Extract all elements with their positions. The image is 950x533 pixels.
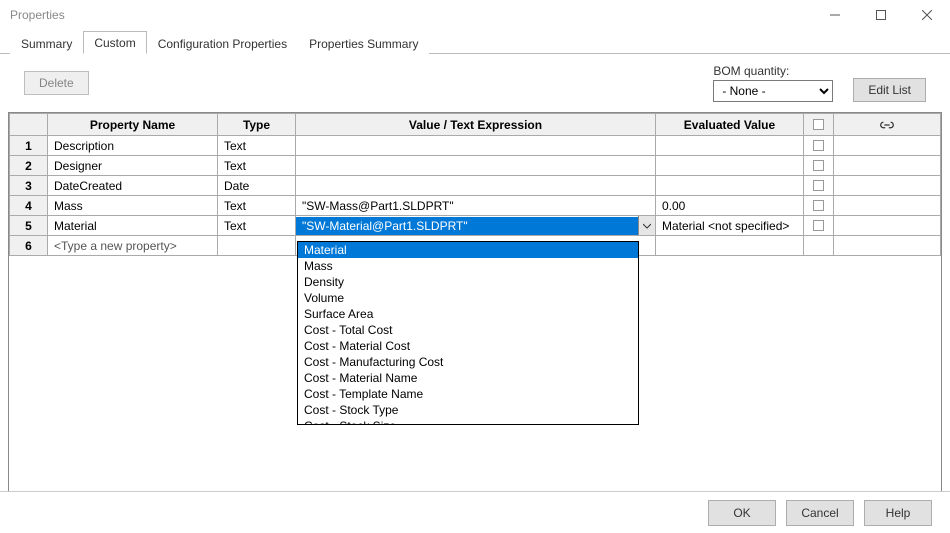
col-header-check[interactable] <box>804 114 834 136</box>
row-checkbox[interactable] <box>813 180 824 191</box>
window-title: Properties <box>10 8 812 22</box>
dropdown-item[interactable]: Cost - Template Name <box>298 386 638 402</box>
link-cell <box>834 216 941 236</box>
table-row[interactable]: 5MaterialText"SW-Material@Part1.SLDPRT"M… <box>10 216 941 236</box>
dialog-footer: OK Cancel Help <box>0 491 950 533</box>
dropdown-item[interactable]: Cost - Manufacturing Cost <box>298 354 638 370</box>
evaluated-cell <box>656 236 804 256</box>
dropdown-item[interactable]: Cost - Stock Type <box>298 402 638 418</box>
col-header-name[interactable]: Property Name <box>48 114 218 136</box>
property-name-cell[interactable]: Designer <box>48 156 218 176</box>
help-button[interactable]: Help <box>864 500 932 526</box>
table-row[interactable]: 4MassText"SW-Mass@Part1.SLDPRT"0.00 <box>10 196 941 216</box>
row-number[interactable]: 3 <box>10 176 48 196</box>
type-cell[interactable]: Date <box>218 176 296 196</box>
checkbox-cell[interactable] <box>804 156 834 176</box>
link-cell <box>834 136 941 156</box>
checkbox-cell[interactable] <box>804 196 834 216</box>
dropdown-item[interactable]: Density <box>298 274 638 290</box>
row-number[interactable]: 1 <box>10 136 48 156</box>
value-dropdown-list[interactable]: MaterialMassDensityVolumeSurface AreaCos… <box>297 241 639 425</box>
checkbox-cell[interactable] <box>804 176 834 196</box>
dropdown-toggle[interactable] <box>638 216 655 235</box>
cancel-button[interactable]: Cancel <box>786 500 854 526</box>
property-name-cell[interactable]: <Type a new property> <box>48 236 218 256</box>
properties-grid: Property Name Type Value / Text Expressi… <box>8 112 942 492</box>
edit-list-button[interactable]: Edit List <box>853 78 926 102</box>
value-cell[interactable] <box>296 136 656 156</box>
row-number[interactable]: 5 <box>10 216 48 236</box>
row-checkbox[interactable] <box>813 160 824 171</box>
tab-properties-summary[interactable]: Properties Summary <box>298 32 429 54</box>
bom-quantity-select[interactable]: - None - <box>713 80 833 102</box>
delete-button[interactable]: Delete <box>24 71 89 95</box>
type-cell[interactable]: Text <box>218 196 296 216</box>
property-name-cell[interactable]: Description <box>48 136 218 156</box>
link-icon <box>838 120 936 130</box>
col-header-rownum[interactable] <box>10 114 48 136</box>
link-cell <box>834 176 941 196</box>
evaluated-cell <box>656 156 804 176</box>
tab-summary[interactable]: Summary <box>10 32 83 54</box>
toolbar: Delete BOM quantity: - None - Edit List <box>0 54 950 108</box>
close-button[interactable] <box>904 0 950 30</box>
evaluated-cell: Material <not specified> <box>656 216 804 236</box>
col-header-evaluated[interactable]: Evaluated Value <box>656 114 804 136</box>
evaluated-cell <box>656 136 804 156</box>
col-header-link[interactable] <box>834 114 941 136</box>
link-cell <box>834 196 941 216</box>
type-cell[interactable] <box>218 236 296 256</box>
evaluated-cell: 0.00 <box>656 196 804 216</box>
checkbox-cell[interactable] <box>804 216 834 236</box>
dropdown-item[interactable]: Cost - Material Cost <box>298 338 638 354</box>
tab-strip: Summary Custom Configuration Properties … <box>0 30 950 54</box>
row-number[interactable]: 6 <box>10 236 48 256</box>
row-checkbox[interactable] <box>813 220 824 231</box>
dropdown-item[interactable]: Cost - Material Name <box>298 370 638 386</box>
checkbox-cell[interactable] <box>804 136 834 156</box>
property-name-cell[interactable]: Material <box>48 216 218 236</box>
tab-custom[interactable]: Custom <box>83 31 146 54</box>
bom-quantity-label: BOM quantity: <box>713 64 833 78</box>
tab-configuration-properties[interactable]: Configuration Properties <box>147 32 298 54</box>
col-header-type[interactable]: Type <box>218 114 296 136</box>
row-number[interactable]: 2 <box>10 156 48 176</box>
table-row[interactable]: 1DescriptionText <box>10 136 941 156</box>
table-row[interactable]: 2DesignerText <box>10 156 941 176</box>
checkbox-cell[interactable] <box>804 236 834 256</box>
row-checkbox[interactable] <box>813 140 824 151</box>
dropdown-item[interactable]: Surface Area <box>298 306 638 322</box>
value-cell[interactable] <box>296 156 656 176</box>
col-header-value[interactable]: Value / Text Expression <box>296 114 656 136</box>
evaluated-cell <box>656 176 804 196</box>
dropdown-item[interactable]: Volume <box>298 290 638 306</box>
row-number[interactable]: 4 <box>10 196 48 216</box>
type-cell[interactable]: Text <box>218 136 296 156</box>
titlebar: Properties <box>0 0 950 30</box>
value-cell[interactable]: "SW-Mass@Part1.SLDPRT" <box>296 196 656 216</box>
grid-header-row: Property Name Type Value / Text Expressi… <box>10 114 941 136</box>
maximize-button[interactable] <box>858 0 904 30</box>
dropdown-item[interactable]: Cost - Total Cost <box>298 322 638 338</box>
dropdown-item[interactable]: Cost - Stock Size <box>298 418 638 425</box>
minimize-button[interactable] <box>812 0 858 30</box>
type-cell[interactable]: Text <box>218 216 296 236</box>
link-cell <box>834 156 941 176</box>
table-row[interactable]: 3DateCreatedDate <box>10 176 941 196</box>
value-cell[interactable]: "SW-Material@Part1.SLDPRT" <box>296 216 656 236</box>
property-name-cell[interactable]: DateCreated <box>48 176 218 196</box>
header-checkbox-icon <box>813 119 824 130</box>
value-cell[interactable] <box>296 176 656 196</box>
property-name-cell[interactable]: Mass <box>48 196 218 216</box>
row-checkbox[interactable] <box>813 200 824 211</box>
ok-button[interactable]: OK <box>708 500 776 526</box>
dropdown-item[interactable]: Mass <box>298 258 638 274</box>
link-cell <box>834 236 941 256</box>
type-cell[interactable]: Text <box>218 156 296 176</box>
dropdown-item[interactable]: Material <box>298 242 638 258</box>
